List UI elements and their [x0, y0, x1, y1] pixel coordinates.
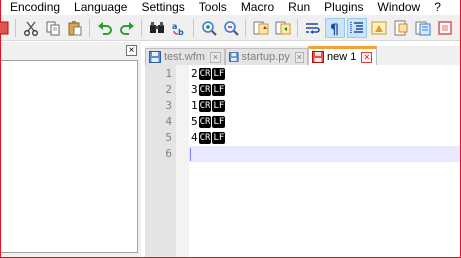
document-map-icon[interactable] — [391, 18, 411, 38]
toolbar-separator — [297, 19, 298, 37]
partial-red-icon[interactable] — [0, 18, 15, 38]
svg-text:a: a — [172, 22, 177, 31]
line-number: 6 — [165, 147, 172, 160]
redo-icon[interactable] — [117, 18, 137, 38]
menu-tools[interactable]: Tools — [199, 0, 227, 14]
zoom-out-icon[interactable] — [221, 18, 241, 38]
menu-bar: Encoding Language Settings Tools Macro R… — [1, 0, 460, 14]
cut-icon[interactable] — [21, 18, 41, 38]
editor[interactable]: 1 2 3 4 5 6 2 CR LF 3 CR LF 1 CR LF 5 CR… — [145, 65, 460, 257]
tab-label: new 1 — [327, 51, 357, 63]
word-wrap-icon[interactable] — [303, 18, 323, 38]
paste-icon[interactable] — [65, 18, 85, 38]
code-line[interactable]: 3 CR LF — [189, 82, 460, 98]
tab-label: startup.py — [241, 51, 290, 63]
menu-macro[interactable]: Macro — [241, 0, 274, 14]
find-icon[interactable] — [147, 18, 167, 38]
code-line[interactable]: 4 CR LF — [189, 130, 460, 146]
eol-lf-marker: LF — [212, 116, 226, 128]
toolbar-separator — [15, 19, 16, 37]
floppy-disk-icon — [229, 52, 239, 62]
partial-edge-icon[interactable] — [435, 18, 455, 38]
menu-settings[interactable]: Settings — [141, 0, 184, 14]
eol-lf-marker: LF — [212, 84, 226, 96]
eol-lf-marker: LF — [212, 132, 226, 144]
code-line[interactable]: 1 CR LF — [189, 98, 460, 114]
line-text: 3 — [191, 83, 198, 96]
side-panel: × — [1, 42, 141, 257]
floppy-disk-red-icon — [312, 51, 324, 63]
toolbar-separator — [245, 19, 246, 37]
code-line[interactable]: 5 CR LF — [189, 114, 460, 130]
menu-encoding[interactable]: Encoding — [10, 0, 60, 14]
eol-cr-marker: CR — [198, 116, 212, 128]
indent-guide-icon[interactable] — [347, 18, 367, 38]
tab-test-wfm[interactable]: test.wfm × — [145, 48, 225, 65]
toolbar-separator — [193, 19, 194, 37]
side-panel-header: × — [1, 42, 141, 59]
text-caret — [190, 148, 191, 161]
line-number: 2 — [165, 83, 172, 96]
eol-cr-marker: CR — [198, 68, 212, 80]
toolbar-separator — [89, 19, 90, 37]
line-number: 5 — [165, 131, 172, 144]
eol-cr-marker: CR — [198, 84, 212, 96]
line-text: 5 — [191, 115, 198, 128]
eol-lf-marker: LF — [212, 100, 226, 112]
fold-margin[interactable] — [176, 65, 189, 257]
user-defined-language-icon[interactable] — [369, 18, 389, 38]
function-list-icon[interactable] — [413, 18, 433, 38]
tab-new-1[interactable]: new 1 × — [308, 46, 377, 65]
eol-cr-marker: CR — [198, 132, 212, 144]
sync-vertical-icon[interactable] — [251, 18, 271, 38]
menu-run[interactable]: Run — [288, 0, 310, 14]
line-text: 1 — [191, 99, 198, 112]
code-line-current[interactable] — [189, 146, 460, 162]
tab-close-icon[interactable]: × — [209, 51, 221, 63]
undo-icon[interactable] — [95, 18, 115, 38]
toolbar: ab ¶ — [0, 15, 460, 41]
tab-close-icon[interactable]: × — [361, 51, 373, 63]
menu-plugins[interactable]: Plugins — [324, 0, 363, 14]
floppy-disk-icon — [149, 51, 161, 63]
close-icon[interactable]: × — [126, 45, 137, 56]
line-number: 3 — [165, 99, 172, 112]
sync-horizontal-icon[interactable] — [273, 18, 293, 38]
zoom-in-icon[interactable] — [199, 18, 219, 38]
show-all-characters-icon[interactable]: ¶ — [325, 18, 345, 38]
line-number: 4 — [165, 115, 172, 128]
tab-startup-py[interactable]: startup.py × — [225, 48, 308, 65]
code-line[interactable]: 2 CR LF — [189, 66, 460, 82]
line-text: 2 — [191, 67, 198, 80]
tab-close-icon[interactable]: × — [294, 51, 304, 63]
tab-label: test.wfm — [164, 51, 205, 63]
line-number-gutter: 1 2 3 4 5 6 — [145, 65, 176, 257]
copy-icon[interactable] — [43, 18, 63, 38]
eol-lf-marker: LF — [212, 68, 226, 80]
replace-icon[interactable]: ab — [169, 18, 189, 38]
eol-cr-marker: CR — [198, 100, 212, 112]
menu-language[interactable]: Language — [74, 0, 127, 14]
line-text: 4 — [191, 131, 198, 144]
line-number: 1 — [165, 67, 172, 80]
side-panel-content[interactable] — [1, 60, 138, 253]
svg-text:¶: ¶ — [330, 22, 339, 36]
menu-window[interactable]: Window — [378, 0, 421, 14]
toolbar-separator — [141, 19, 142, 37]
svg-text:b: b — [178, 28, 184, 36]
tab-bar: test.wfm × startup.py × new 1 × — [145, 46, 460, 65]
menu-help[interactable]: ? — [434, 0, 441, 14]
